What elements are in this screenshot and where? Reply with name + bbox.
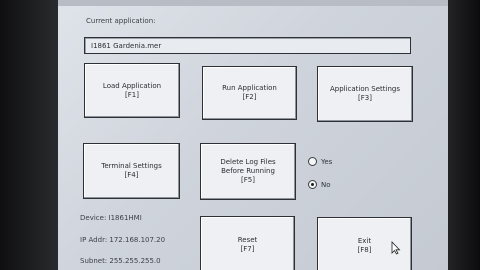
application-settings-label: Application Settings [329, 85, 401, 93]
no-radio-button[interactable] [308, 180, 317, 189]
load-application-button[interactable]: Load Application [F1] [84, 63, 180, 118]
delete-log-files-line1: Delete Log Files [220, 158, 276, 166]
application-settings-key: [F3] [358, 94, 372, 102]
terminal-settings-key: [F4] [124, 171, 139, 179]
device-name-text: Device: I1861HMI [80, 214, 142, 222]
delete-log-files-button[interactable]: Delete Log Files Before Running [F5] [200, 143, 296, 200]
exit-key: [F8] [357, 246, 372, 254]
load-application-label: Load Application [102, 81, 162, 90]
exit-label: Exit [357, 237, 372, 245]
run-application-button[interactable]: Run Application [F2] [202, 66, 297, 120]
current-application-label: Current application: [86, 17, 156, 25]
run-application-label: Run Application [222, 84, 277, 92]
monitor-bezel-left [0, 0, 58, 270]
hmi-screen: Current application: I1861 Gardenia.mer … [58, 0, 448, 270]
reset-label: Reset [237, 236, 258, 244]
mouse-pointer-icon [391, 241, 401, 255]
terminal-settings-button[interactable]: Terminal Settings [F4] [83, 143, 180, 199]
delete-log-files-line2: Before Running [221, 167, 275, 175]
application-settings-button[interactable]: Application Settings [F3] [317, 66, 413, 122]
delete-logs-yes-option[interactable]: Yes [308, 157, 332, 166]
load-application-key: [F1] [125, 90, 139, 99]
screen-top-edge [58, 0, 448, 6]
run-application-key: [F2] [242, 93, 257, 101]
terminal-settings-label: Terminal Settings [101, 162, 162, 170]
subnet-text: Subnet: 255.255.255.0 [80, 257, 161, 265]
current-application-field: I1861 Gardenia.mer [84, 37, 411, 54]
no-radio-label: No [321, 180, 331, 189]
reset-button[interactable]: Reset [F7] [200, 216, 295, 270]
reset-key: [F7] [240, 245, 255, 253]
yes-radio-label: Yes [321, 157, 333, 166]
yes-radio-button[interactable] [308, 157, 317, 166]
delete-logs-no-option[interactable]: No [308, 180, 331, 189]
ip-address-text: IP Addr: 172.168.107.20 [80, 236, 166, 244]
monitor-bezel-right [448, 0, 480, 270]
delete-log-files-key: [F5] [241, 176, 255, 184]
